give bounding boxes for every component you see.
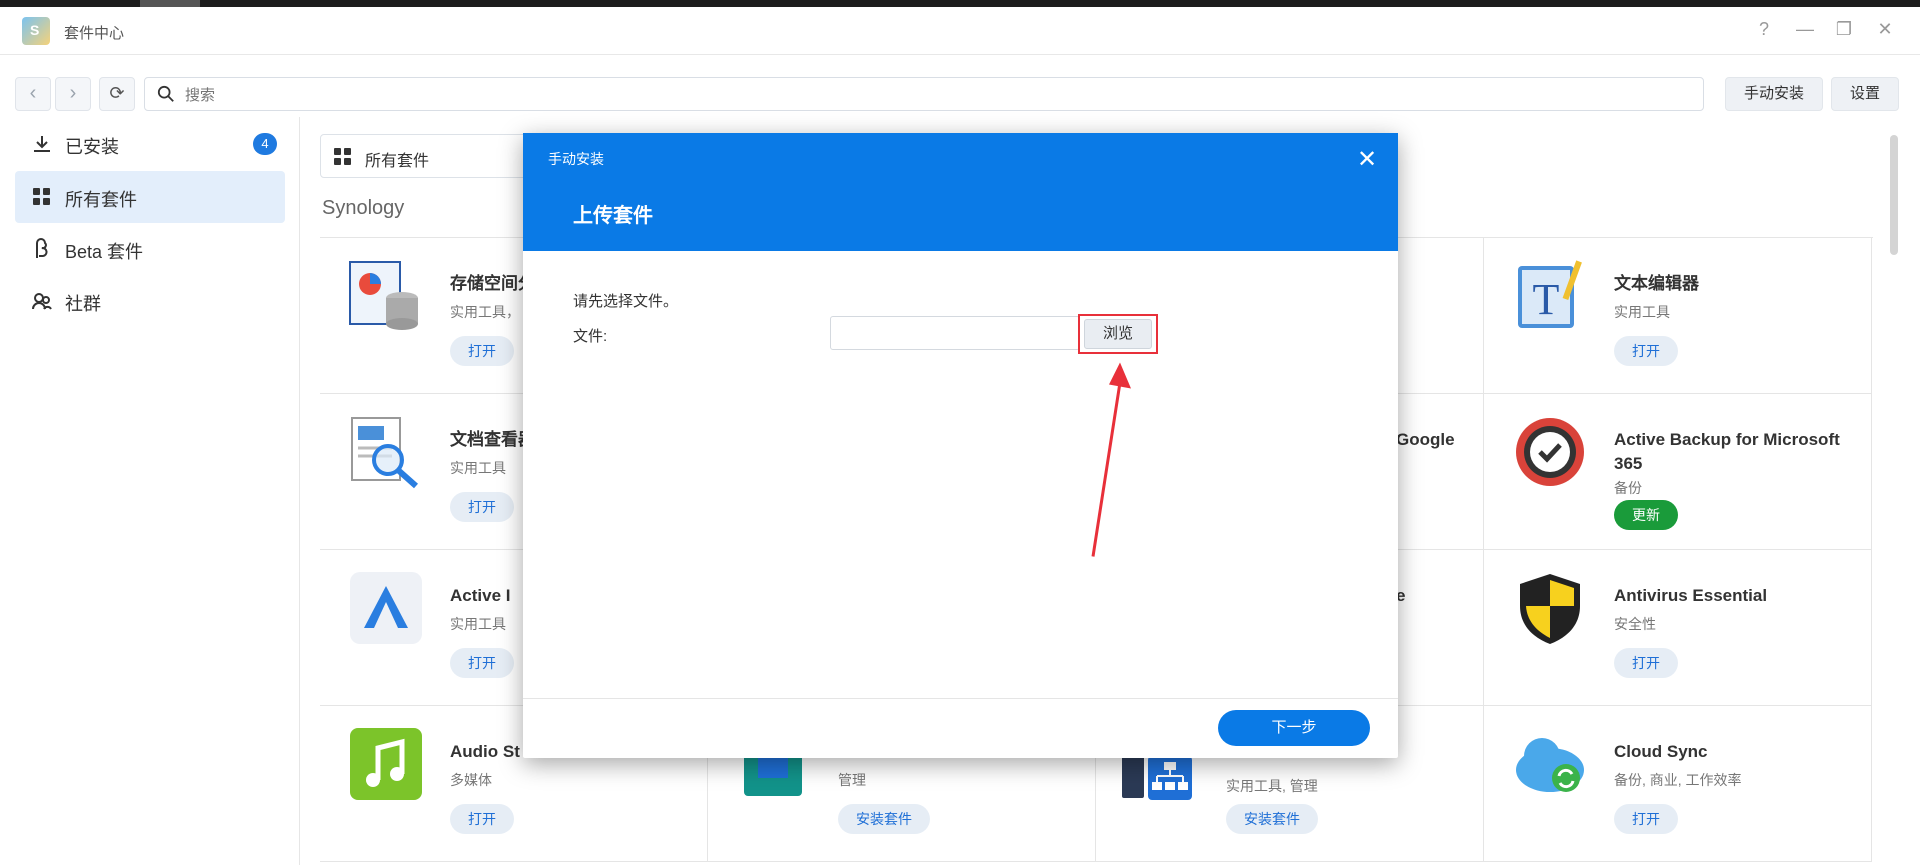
package-category: 多媒体 [450, 772, 492, 788]
manual-install-button[interactable]: 手动安装 [1725, 77, 1823, 111]
installed-count-badge: 4 [253, 133, 277, 155]
file-path-field[interactable] [830, 316, 1080, 350]
package-name: Cloud Sync [1614, 742, 1708, 761]
update-button[interactable]: 更新 [1614, 500, 1678, 530]
antivirus-shield-icon [1520, 574, 1580, 644]
package-center-icon [22, 17, 50, 45]
back-button[interactable]: ‹ [15, 77, 51, 111]
title-bar: 套件中心 ? — ❐ ✕ [0, 7, 1920, 55]
package-category: 安全性 [1614, 616, 1656, 632]
package-category: 备份, 商业, 工作效率 [1614, 772, 1742, 788]
package-name: e [1396, 586, 1406, 605]
section-title: Synology [322, 197, 405, 219]
package-name: Active Backup for Microsoft 365 [1614, 430, 1840, 473]
close-icon[interactable]: ✕ [1353, 145, 1381, 174]
browser-tab[interactable] [140, 0, 200, 7]
sidebar-item-label: 已安装 [65, 137, 119, 157]
sidebar-item-all-packages[interactable]: 所有套件 [15, 171, 285, 223]
cloud-sync-icon [1516, 738, 1584, 792]
package-category: 实用工具, 管理 [1226, 778, 1318, 794]
package-category: 实用工具， [450, 304, 520, 320]
minimize-icon[interactable]: — [1793, 19, 1817, 40]
package-card[interactable]: T 文本编辑器 实用工具 打开 [1484, 238, 1872, 394]
grid-icon [334, 148, 351, 165]
open-button[interactable]: 打开 [450, 648, 514, 678]
sidebar-item-beta[interactable]: Beta 套件 [15, 223, 285, 275]
package-card[interactable]: Cloud Sync 备份, 商业, 工作效率 打开 [1484, 706, 1872, 862]
dialog-hint: 请先选择文件。 [573, 293, 679, 310]
sidebar-item-label: 社群 [65, 294, 101, 314]
dialog-header: 手动安装 上传套件 ✕ [523, 133, 1398, 251]
dialog-footer: 下一步 [523, 698, 1398, 758]
browser-top-strip [0, 0, 1920, 7]
package-category: 备份 [1614, 480, 1642, 496]
category-filter[interactable]: 所有套件 [320, 134, 540, 178]
settings-button[interactable]: 设置 [1831, 77, 1899, 111]
grid-icon [33, 188, 50, 205]
help-icon[interactable]: ? [1752, 19, 1776, 40]
open-button[interactable]: 打开 [1614, 648, 1678, 678]
restore-icon[interactable]: ❐ [1832, 19, 1856, 40]
storage-analyzer-icon [349, 261, 418, 330]
app-title: 套件中心 [64, 25, 125, 42]
browse-button[interactable]: 浏览 [1084, 319, 1152, 349]
community-icon [32, 293, 52, 310]
manual-install-dialog: 手动安装 上传套件 ✕ 请先选择文件。 文件: 浏览 下一步 [523, 133, 1398, 758]
install-button[interactable]: 安装套件 [1226, 804, 1318, 834]
document-viewer-icon [351, 417, 418, 489]
dialog-window-title: 手动安装 [548, 151, 604, 167]
next-button[interactable]: 下一步 [1218, 710, 1370, 746]
open-button[interactable]: 打开 [450, 336, 514, 366]
sidebar-item-installed[interactable]: 已安装 4 [15, 118, 285, 170]
open-button[interactable]: 打开 [450, 804, 514, 834]
package-name: 文本编辑器 [1614, 274, 1699, 293]
forward-button[interactable]: › [55, 77, 91, 111]
package-name: Google [1396, 430, 1455, 449]
package-category: 管理 [838, 772, 866, 788]
search-input[interactable] [185, 84, 1585, 106]
package-category: 实用工具 [450, 460, 506, 476]
search-box[interactable] [144, 77, 1704, 111]
search-icon [157, 85, 174, 102]
scrollbar[interactable] [1890, 135, 1898, 255]
file-label: 文件: [573, 328, 608, 345]
dialog-title: 上传套件 [573, 205, 653, 227]
open-button[interactable]: 打开 [1614, 804, 1678, 834]
download-icon [34, 136, 50, 152]
sidebar-item-label: 所有套件 [65, 190, 137, 210]
refresh-button[interactable]: ⟳ [99, 77, 135, 111]
package-name: Antivirus Essential [1614, 586, 1768, 605]
filter-label: 所有套件 [365, 153, 430, 170]
package-card[interactable]: Active Backup for Microsoft 365 备份 更新 [1484, 394, 1872, 550]
package-category: 实用工具 [1614, 304, 1670, 320]
open-button[interactable]: 打开 [1614, 336, 1678, 366]
audio-station-icon [350, 728, 422, 800]
package-center-window: 套件中心 ? — ❐ ✕ ‹ › ⟳ 手动安装 设置 已安装 4 所有套件 Be… [0, 7, 1920, 865]
active-backup-icon [1516, 418, 1584, 486]
open-button[interactable]: 打开 [450, 492, 514, 522]
sidebar: 已安装 4 所有套件 Beta 套件 社群 [0, 117, 300, 865]
package-card[interactable]: Antivirus Essential 安全性 打开 [1484, 550, 1872, 706]
beta-icon [36, 238, 48, 258]
install-button[interactable]: 安装套件 [838, 804, 930, 834]
package-category: 实用工具 [450, 616, 506, 632]
text-editor-icon: T [1518, 260, 1582, 328]
sidebar-item-label: Beta 套件 [65, 242, 144, 262]
svg-text:T: T [1533, 275, 1560, 324]
active-insight-icon [350, 572, 422, 644]
close-window-icon[interactable]: ✕ [1873, 19, 1897, 40]
sidebar-item-community[interactable]: 社群 [15, 275, 285, 327]
